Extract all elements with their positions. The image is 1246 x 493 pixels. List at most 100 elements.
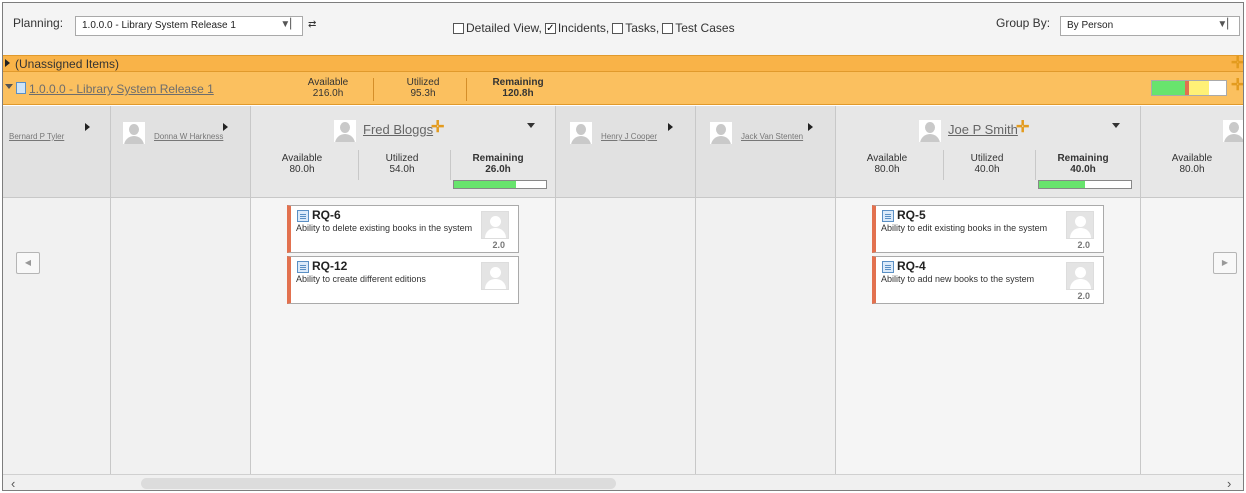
plus-icon[interactable]: ✛ (1231, 56, 1243, 72)
expand-column-icon[interactable] (85, 123, 90, 131)
capacity-progress-bar (1038, 180, 1132, 189)
release-progress-segment (1152, 81, 1185, 95)
requirement-icon (882, 210, 894, 222)
detailed-view-label: Detailed View, (466, 21, 542, 35)
expand-icon[interactable] (5, 59, 10, 67)
requirement-icon (297, 210, 309, 222)
group-by-label: Group By: (996, 16, 1051, 30)
available-label: Available (281, 153, 323, 164)
available-label: Available (1171, 153, 1213, 164)
requirement-icon (297, 261, 309, 273)
avatar (570, 122, 592, 144)
available-value: 80.0h (1179, 164, 1205, 175)
remaining-stat: Remaining 40.0h (1048, 153, 1118, 175)
incidents-label: Incidents, (557, 21, 610, 35)
incidents-option[interactable]: ✓ Incidents, (544, 21, 610, 35)
person-column-bernard: Bernard P Tyler ◀ (3, 106, 111, 474)
toolbar: Planning: 1.0.0.0 - Library System Relea… (3, 3, 1243, 55)
detailed-view-checkbox[interactable] (453, 22, 464, 34)
expand-column-icon[interactable] (668, 123, 673, 131)
person-link[interactable]: Donna W Harkness (154, 132, 223, 141)
capacity-progress-fill (1039, 181, 1085, 188)
column-body: ◀ (3, 198, 110, 474)
person-column-fred: Fred Bloggs ✛ Available 80.0h Utilized 5… (251, 106, 556, 474)
card-avatar (1066, 211, 1094, 239)
person-link[interactable]: Fred Bloggs (363, 122, 433, 137)
planning-select[interactable]: 1.0.0.0 - Library System Release 1 ▼▏ (75, 16, 303, 36)
person-link[interactable]: Jack Van Stenten (741, 132, 803, 141)
divider (1035, 150, 1036, 180)
group-by-value: By Person (1067, 20, 1114, 31)
person-link[interactable]: Bernard P Tyler (9, 132, 64, 141)
collapse-column-icon[interactable] (1112, 123, 1120, 128)
divider (373, 78, 374, 101)
collapse-icon[interactable] (5, 84, 13, 89)
divider (450, 150, 451, 180)
refresh-icon[interactable]: ⇄ (308, 19, 320, 31)
requirement-card[interactable]: RQ-5 Ability to edit existing books in t… (872, 205, 1104, 253)
column-header: Bernard P Tyler (3, 106, 110, 198)
utilized-value: 54.0h (389, 164, 415, 175)
release-progress-segment (1188, 81, 1209, 95)
tasks-label: Tasks, (625, 21, 660, 35)
plus-icon[interactable]: ✛ (1231, 78, 1243, 94)
person-column-donna: Donna W Harkness (111, 106, 251, 474)
group-by-select[interactable]: By Person ▼▏ (1060, 16, 1240, 36)
column-header: Donna W Harkness (111, 106, 250, 198)
card-estimate: 2.0 (1077, 291, 1090, 301)
release-available-value: 216.0h (312, 88, 344, 99)
test-cases-checkbox[interactable] (662, 22, 674, 34)
release-remaining-label: Remaining (492, 77, 544, 88)
column-body: ▶ (1141, 198, 1243, 474)
release-progress-segment (1208, 81, 1226, 95)
scrollbar-thumb[interactable] (141, 478, 616, 489)
card-avatar (1066, 262, 1094, 290)
avatar (334, 120, 356, 142)
column-body: RQ-6 Ability to delete existing books in… (251, 198, 555, 474)
unassigned-items-row[interactable]: (Unassigned Items) ✛ (3, 55, 1243, 72)
detailed-view-option[interactable]: Detailed View, (453, 21, 542, 35)
card-id[interactable]: RQ-4 (897, 259, 926, 273)
card-id[interactable]: RQ-5 (897, 208, 926, 222)
person-column-jack: Jack Van Stenten (696, 106, 836, 474)
requirement-icon (882, 261, 894, 273)
column-header: Joe P Smith ✛ Available 80.0h Utilized 4… (836, 106, 1140, 198)
expand-column-icon[interactable] (808, 123, 813, 131)
card-id[interactable]: RQ-6 (312, 208, 341, 222)
tasks-option[interactable]: Tasks, (612, 21, 659, 35)
utilized-stat: Utilized 40.0h (962, 153, 1012, 175)
tasks-checkbox[interactable] (612, 22, 624, 34)
divider (358, 150, 359, 180)
release-link[interactable]: 1.0.0.0 - Library System Release 1 (29, 82, 214, 96)
requirement-card[interactable]: RQ-4 Ability to add new books to the sys… (872, 256, 1104, 304)
horizontal-scrollbar[interactable]: ‹ › (3, 474, 1243, 490)
unassigned-items-label: (Unassigned Items) (15, 57, 120, 71)
card-id[interactable]: RQ-12 (312, 259, 347, 273)
column-body (696, 198, 835, 474)
plus-icon[interactable]: ✛ (1016, 120, 1029, 136)
remaining-label: Remaining (1057, 153, 1109, 164)
person-link[interactable]: Henry J Cooper (601, 132, 657, 141)
arrow-right-icon[interactable]: ▶ (1213, 252, 1237, 274)
divider (466, 78, 467, 101)
requirement-card[interactable]: RQ-12 Ability to create different editio… (287, 256, 519, 304)
scroll-left-icon[interactable]: ‹ (11, 476, 15, 490)
arrow-left-icon[interactable]: ◀ (16, 252, 40, 274)
card-description: Ability to add new books to the system (881, 274, 1035, 284)
incidents-checkbox[interactable]: ✓ (544, 22, 556, 34)
test-cases-option[interactable]: Test Cases (662, 21, 735, 35)
requirement-card[interactable]: RQ-6 Ability to delete existing books in… (287, 205, 519, 253)
collapse-column-icon[interactable] (527, 123, 535, 128)
available-value: 80.0h (289, 164, 315, 175)
planning-board-window: Planning: 1.0.0.0 - Library System Relea… (2, 2, 1244, 491)
person-link[interactable]: Joe P Smith (948, 122, 1018, 137)
expand-column-icon[interactable] (223, 123, 228, 131)
available-value: 80.0h (874, 164, 900, 175)
card-estimate: 2.0 (492, 240, 505, 250)
scroll-right-icon[interactable]: › (1227, 476, 1231, 490)
dropdown-arrow-icon: ▼▏ (1217, 19, 1235, 30)
plus-icon[interactable]: ✛ (431, 120, 444, 136)
column-header: Fred Bloggs ✛ Available 80.0h Utilized 5… (251, 106, 555, 198)
avatar (710, 122, 732, 144)
column-header: Jack Van Stenten (696, 106, 835, 198)
